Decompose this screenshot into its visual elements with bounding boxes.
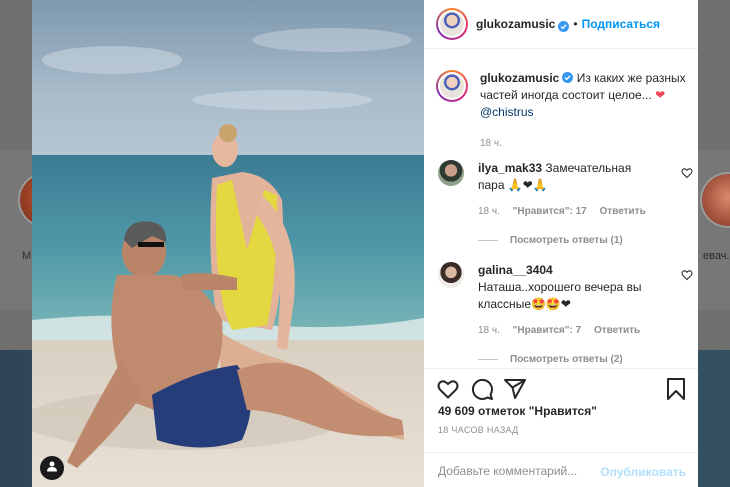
comment-meta: 18 ч. "Нравится": 17 Ответить [478,206,693,217]
action-icons-row [436,377,686,401]
verified-badge-icon [558,19,570,32]
bookmark-icon[interactable] [664,377,688,401]
comment-like-icon[interactable] [681,166,693,179]
caption-time[interactable]: 18 ч. [480,135,690,152]
commenter-avatar[interactable] [438,262,464,288]
likes-count[interactable]: 49 609 отметок "Нравится" [438,404,597,418]
post-side-panel: glukozamusic • Подписаться glukozamusic … [424,0,698,487]
replies-divider [478,240,498,241]
view-replies-label[interactable]: Посмотреть ответы (1) [510,235,623,246]
caption-mention-link[interactable]: @chistrus [480,105,534,119]
tagged-users-button[interactable] [40,456,64,480]
post-actions-section: 49 609 отметок "Нравится" 18 ЧАСОВ НАЗАД… [424,368,698,487]
view-replies-button[interactable]: Посмотреть ответы (2) [478,354,693,365]
comment-text: galina__3404 Наташа..хорошего вечера вы … [478,262,658,313]
background-story-label: евач. [703,250,730,262]
comment-input[interactable] [438,461,618,481]
add-comment-bar: Опубликовать [424,452,698,487]
comment-likes-count[interactable]: "Нравится": 17 [513,206,587,217]
comment-meta: 18 ч. "Нравится": 7 Ответить [478,325,693,336]
comment-item: galina__3404 Наташа..хорошего вечера вы … [438,262,693,365]
comment-reply-button[interactable]: Ответить [600,206,646,217]
author-avatar[interactable] [436,8,468,40]
follow-button[interactable]: Подписаться [582,17,660,31]
user-tag-icon [46,459,58,477]
paper-plane-icon[interactable] [503,377,527,401]
author-username[interactable]: glukozamusic [476,17,555,31]
comment-text: ilya_mak33 Замечательная пара 🙏❤🙏 [478,160,658,194]
verified-badge-icon [562,71,574,83]
caption-heart-emoji: ❤ [655,88,666,102]
post-caption: glukozamusic Из каких же разных частей и… [436,70,691,152]
view-replies-button[interactable]: Посмотреть ответы (1) [478,235,693,246]
comment-like-icon[interactable] [681,268,693,281]
speech-bubble-icon[interactable] [470,377,494,401]
caption-username[interactable]: glukozamusic [480,71,559,85]
replies-divider [478,359,498,360]
post-header: glukozamusic • Подписаться [424,0,698,49]
header-separator: • [573,17,578,31]
view-replies-label[interactable]: Посмотреть ответы (2) [510,354,623,365]
commenter-avatar[interactable] [438,160,464,186]
comment-time[interactable]: 18 ч. [478,206,500,217]
commenter-username[interactable]: galina__3404 [478,263,553,277]
caption-author-avatar[interactable] [436,70,468,102]
comment-reply-button[interactable]: Ответить [594,325,640,336]
comment-time[interactable]: 18 ч. [478,325,500,336]
post-timestamp[interactable]: 18 ЧАСОВ НАЗАД [438,425,519,435]
comment-body: Наташа..хорошего вечера вы классные🤩🤩❤ [478,280,642,311]
comment-item: ilya_mak33 Замечательная пара 🙏❤🙏 18 ч. … [438,160,693,246]
commenter-username[interactable]: ilya_mak33 [478,161,542,175]
heart-outline-icon[interactable] [436,377,460,401]
publish-button[interactable]: Опубликовать [600,465,686,479]
comment-likes-count[interactable]: "Нравится": 7 [513,325,582,336]
post-photo [32,0,424,487]
background-story-label: М [22,250,32,262]
caption-text-block: glukozamusic Из каких же разных частей и… [480,70,690,152]
